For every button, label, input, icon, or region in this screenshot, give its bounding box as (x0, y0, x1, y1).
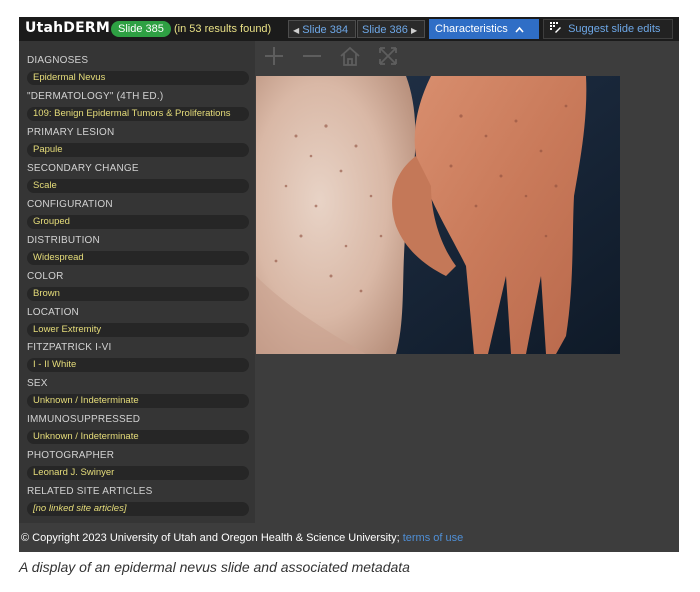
figure-caption: A display of an epidermal nevus slide an… (19, 559, 410, 575)
attr-label: PHOTOGRAPHER (27, 450, 115, 461)
prev-slide-button[interactable]: ◀ Slide 384 (288, 20, 356, 38)
slide-image[interactable] (256, 76, 620, 354)
prev-slide-label: Slide 384 (302, 24, 349, 36)
attr-label: FITZPATRICK I-VI (27, 342, 112, 353)
attr-label: DIAGNOSES (27, 55, 89, 66)
attr-value[interactable]: Widespread (27, 251, 249, 265)
attr-location: LOCATION Lower Extremity (27, 306, 249, 337)
attr-fitzpatrick: FITZPATRICK I-VI I - II White (27, 341, 249, 372)
attr-value[interactable]: Grouped (27, 215, 249, 229)
attr-value[interactable]: Unknown / Indeterminate (27, 430, 249, 444)
attr-value[interactable]: Leonard J. Swinyer (27, 466, 249, 480)
app-window: UtahDERM Slide 385 (in 53 results found)… (19, 17, 679, 552)
attr-label: IMMUNOSUPPRESSED (27, 414, 141, 425)
attr-value[interactable]: 109: Benign Epidermal Tumors & Prolifera… (27, 107, 249, 121)
characteristics-toggle-button[interactable]: Characteristics (429, 19, 539, 39)
top-bar: UtahDERM Slide 385 (in 53 results found)… (19, 17, 679, 41)
zoom-out-icon[interactable] (301, 45, 323, 73)
suggest-edits-label: Suggest slide edits (568, 23, 661, 35)
zoom-in-icon[interactable] (263, 45, 285, 73)
attr-label: COLOR (27, 271, 64, 282)
attr-value[interactable]: I - II White (27, 358, 249, 372)
attr-dermatology-chapter: "DERMATOLOGY" (4TH ED.) 109: Benign Epid… (27, 90, 249, 121)
brand-logo[interactable]: UtahDERM (25, 20, 110, 36)
slide-number-badge: Slide 385 (111, 21, 171, 37)
attr-value[interactable]: Scale (27, 179, 249, 193)
attr-label: SEX (27, 378, 48, 389)
attr-related-articles: RELATED SITE ARTICLES [no linked site ar… (27, 485, 249, 516)
copyright-text: © Copyright 2023 University of Utah and … (21, 532, 400, 544)
attr-secondary-change: SECONDARY CHANGE Scale (27, 162, 249, 193)
attr-color: COLOR Brown (27, 270, 249, 301)
triangle-left-icon: ◀ (293, 26, 300, 35)
attr-label: LOCATION (27, 307, 79, 318)
attr-value[interactable]: Lower Extremity (27, 323, 249, 337)
next-slide-button[interactable]: Slide 386 ▶ (357, 20, 425, 38)
attr-label: RELATED SITE ARTICLES (27, 486, 153, 497)
characteristics-label: Characteristics (435, 23, 508, 35)
home-icon[interactable] (339, 45, 361, 73)
attr-configuration: CONFIGURATION Grouped (27, 198, 249, 229)
triangle-right-icon: ▶ (410, 26, 418, 35)
attr-value[interactable]: Brown (27, 287, 249, 301)
attr-sex: SEX Unknown / Indeterminate (27, 377, 249, 408)
next-slide-label: Slide 386 (362, 24, 408, 36)
suggest-edits-button[interactable]: Suggest slide edits (543, 19, 673, 39)
results-count: (in 53 results found) (174, 23, 272, 35)
fullscreen-icon[interactable] (377, 45, 399, 73)
attr-value[interactable]: Epidermal Nevus (27, 71, 249, 85)
attr-label: "DERMATOLOGY" (4TH ED.) (27, 91, 164, 102)
attr-primary-lesion: PRIMARY LESION Papule (27, 126, 249, 157)
attr-label: PRIMARY LESION (27, 127, 115, 138)
clinical-photo (256, 76, 620, 354)
attr-label: SECONDARY CHANGE (27, 163, 139, 174)
attr-value[interactable]: Papule (27, 143, 249, 157)
characteristics-panel: DIAGNOSES Epidermal Nevus "DERMATOLOGY" … (19, 41, 255, 523)
attr-value: [no linked site articles] (27, 502, 249, 516)
chevron-up-icon (515, 24, 524, 35)
attr-label: CONFIGURATION (27, 199, 113, 210)
footer: © Copyright 2023 University of Utah and … (21, 531, 463, 545)
attr-photographer: PHOTOGRAPHER Leonard J. Swinyer (27, 449, 249, 480)
attr-value[interactable]: Unknown / Indeterminate (27, 394, 249, 408)
attr-immunosuppressed: IMMUNOSUPPRESSED Unknown / Indeterminate (27, 413, 249, 444)
attr-label: DISTRIBUTION (27, 235, 100, 246)
terms-of-use-link[interactable]: terms of use (403, 532, 464, 544)
attr-distribution: DISTRIBUTION Widespread (27, 234, 249, 265)
attr-diagnoses: DIAGNOSES Epidermal Nevus (27, 54, 249, 85)
edit-grid-icon (550, 22, 564, 35)
